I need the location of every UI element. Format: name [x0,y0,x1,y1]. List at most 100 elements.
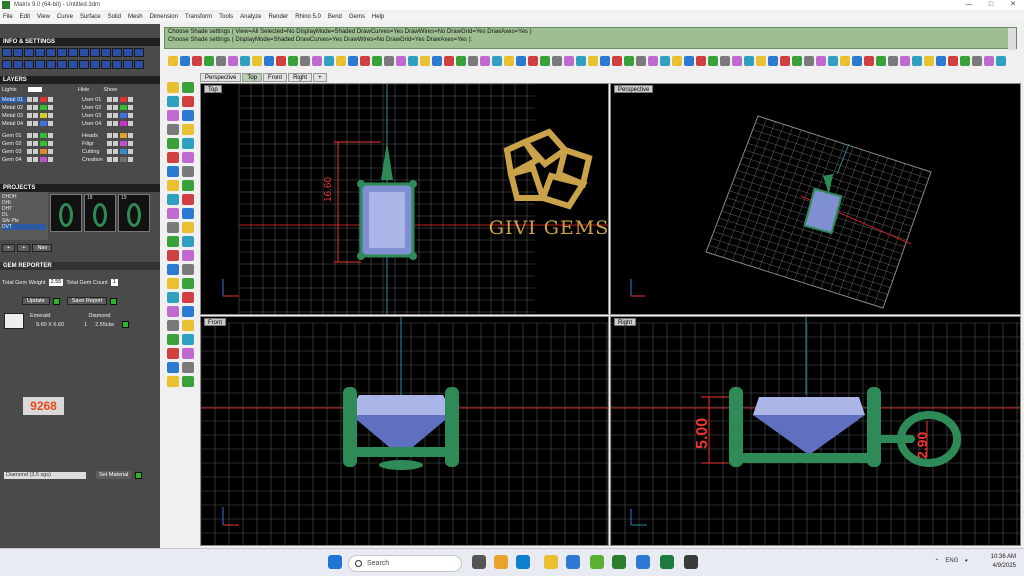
tool-icon[interactable] [79,60,89,69]
toolbar-tool-icon[interactable] [972,56,982,66]
toolbar-tool-icon[interactable] [528,56,538,66]
layer-lock-toggle[interactable] [33,157,38,162]
project-thumbnail[interactable] [50,194,82,232]
toolbar-tool-icon[interactable] [384,56,394,66]
side-tool-icon[interactable] [182,292,194,303]
layer-color-swatch[interactable] [40,141,47,146]
toolbar-tool-icon[interactable] [744,56,754,66]
tool-icon[interactable] [112,48,122,57]
viewport-tab[interactable]: Perspective [200,73,242,82]
nav-button[interactable]: Nav [32,244,53,252]
toolbar-tool-icon[interactable] [684,56,694,66]
side-tool-icon[interactable] [182,124,194,135]
toolbar-tool-icon[interactable] [636,56,646,66]
toolbar-tool-icon[interactable] [876,56,886,66]
viewport-tab[interactable]: Right [288,73,313,82]
layer-color-swatch[interactable] [40,157,47,162]
menu-item[interactable]: Curve [57,14,73,20]
tool-icon[interactable] [2,60,12,69]
toolbar-tool-icon[interactable] [228,56,238,66]
tool-icon[interactable] [57,48,67,57]
toolbar-tool-icon[interactable] [192,56,202,66]
layer-visibility-toggle[interactable] [107,97,112,102]
viewport-label-right[interactable]: Right [614,318,637,326]
menu-item[interactable]: Analyze [240,14,261,20]
layer-select-toggle[interactable] [48,105,53,110]
toolbar-tool-icon[interactable] [852,56,862,66]
side-tool-icon[interactable] [182,236,194,247]
layer-select-toggle[interactable] [48,149,53,154]
save-report-button[interactable]: Save Report [66,297,108,305]
toolbar-tool-icon[interactable] [888,56,898,66]
tool-icon[interactable] [101,48,111,57]
toolbar-tool-icon[interactable] [324,56,334,66]
toolbar-tool-icon[interactable] [264,56,274,66]
layer-visibility-toggle[interactable] [27,149,32,154]
layer-select-toggle[interactable] [48,113,53,118]
toolbar-tool-icon[interactable] [492,56,502,66]
tool-icon[interactable] [101,60,111,69]
layer-lock-toggle[interactable] [113,105,118,110]
tool-icon[interactable] [13,48,23,57]
tool-icon[interactable] [2,48,12,57]
side-tool-icon[interactable] [167,306,179,317]
viewport-label-front[interactable]: Front [204,318,227,326]
menu-item[interactable]: Bend [328,14,342,20]
toolbar-tool-icon[interactable] [432,56,442,66]
layer-select-toggle[interactable] [128,105,133,110]
tool-icon[interactable] [68,60,78,69]
tool-icon[interactable] [24,60,34,69]
toolbar-tool-icon[interactable] [996,56,1006,66]
toolbar-tool-icon[interactable] [864,56,874,66]
layer-color-swatch[interactable] [120,141,127,146]
layer-visibility-toggle[interactable] [27,97,32,102]
toolbar-tool-icon[interactable] [504,56,514,66]
toolbar-tool-icon[interactable] [816,56,826,66]
side-tool-icon[interactable] [167,194,179,205]
show-all-label[interactable]: Show [103,87,117,93]
side-tool-icon[interactable] [167,82,179,93]
toolbar-tool-icon[interactable] [600,56,610,66]
menu-item[interactable]: Dimension [150,14,178,20]
project-thumbnail[interactable]: 19 [118,194,150,232]
toolbar-tool-icon[interactable] [984,56,994,66]
layer-visibility-toggle[interactable] [107,149,112,154]
command-line-2[interactable]: Choose Shade settings ( DisplayMode=Shad… [168,36,1016,44]
toolbar-tool-icon[interactable] [648,56,658,66]
toolbar-tool-icon[interactable] [540,56,550,66]
menu-item[interactable]: Render [269,14,289,20]
side-tool-icon[interactable] [167,320,179,331]
taskbar-clock[interactable]: 10:36 AM 4/9/2025 [991,553,1016,571]
layer-visibility-toggle[interactable] [107,141,112,146]
layer-visibility-toggle[interactable] [27,121,32,126]
layer-visibility-toggle[interactable] [107,133,112,138]
side-tool-icon[interactable] [182,250,194,261]
toolbar-tool-icon[interactable] [720,56,730,66]
tool-icon[interactable] [68,48,78,57]
toolbar-tool-icon[interactable] [792,56,802,66]
side-tool-icon[interactable] [167,222,179,233]
toolbar-tool-icon[interactable] [168,56,178,66]
project-list[interactable]: DHDH DHI DHT DL Silv Pts DVT [0,192,48,240]
layer-visibility-toggle[interactable] [27,141,32,146]
tool-icon[interactable] [134,48,144,57]
toolbar-tool-icon[interactable] [288,56,298,66]
layer-lock-toggle[interactable] [113,157,118,162]
layer-visibility-toggle[interactable] [107,113,112,118]
file-explorer-icon[interactable] [544,555,558,569]
toolbar-tool-icon[interactable] [804,56,814,66]
layer-color-swatch[interactable] [120,97,127,102]
tool-icon[interactable] [13,60,23,69]
layer-select-toggle[interactable] [128,113,133,118]
layer-color-swatch[interactable] [40,113,47,118]
menu-item[interactable]: Solid [108,14,121,20]
toolbar-tool-icon[interactable] [444,56,454,66]
app-icon[interactable] [684,555,698,569]
layer-row[interactable]: Gem 02 [0,140,53,147]
toolbar-tool-icon[interactable] [480,56,490,66]
layer-lock-toggle[interactable] [113,149,118,154]
gem-table-row[interactable]: 9.60 X 6.60 1 2.55ctw [36,321,130,328]
side-tool-icon[interactable] [167,236,179,247]
side-tool-icon[interactable] [182,320,194,331]
viewport-label-top[interactable]: Top [204,85,222,93]
